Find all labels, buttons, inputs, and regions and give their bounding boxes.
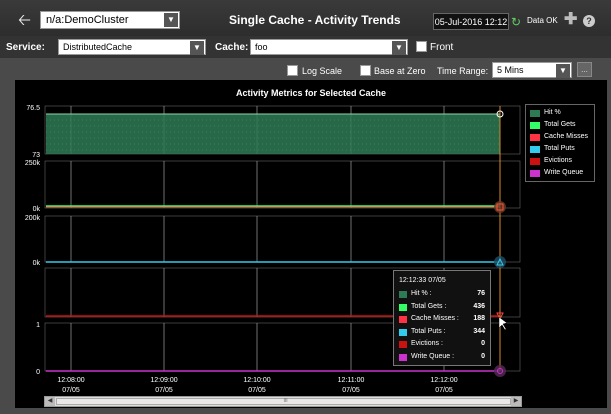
x-tick-date: 07/05 xyxy=(342,387,360,394)
horizontal-scrollbar[interactable]: ◀ III ▶ xyxy=(44,396,522,407)
legend-label: Write Queue xyxy=(544,169,584,176)
chart-tooltip: 12:12:33 07/05 Hit % : 76 Total Gets : 436 C… xyxy=(393,270,491,366)
legend-label: Total Puts xyxy=(544,145,575,152)
legend-swatch xyxy=(530,122,540,129)
legend-swatch xyxy=(530,158,540,165)
tooltip-series-value: 0 xyxy=(481,340,485,347)
tooltip-swatch xyxy=(399,316,407,323)
scroll-right-icon[interactable]: ▶ xyxy=(511,397,521,406)
chart-panel-3 xyxy=(44,215,521,263)
legend-swatch xyxy=(530,134,540,141)
tooltip-swatch xyxy=(399,353,407,361)
tooltip-series-value: 0 xyxy=(481,352,485,360)
x-tick-time: 12:08:00 xyxy=(57,377,84,384)
x-tick-time: 12:10:00 xyxy=(243,377,270,384)
tooltip-series-name: Cache Misses : xyxy=(411,315,459,322)
y-tick-label: 1 xyxy=(36,322,40,329)
y-tick-label: 0k xyxy=(33,206,41,213)
legend-swatch xyxy=(530,110,540,117)
tooltip-swatch xyxy=(399,328,407,336)
x-tick-time: 12:12:00 xyxy=(430,377,457,384)
tooltip-series-name: Total Gets : xyxy=(411,302,447,310)
scroll-thumb[interactable]: III xyxy=(56,398,511,405)
tooltip-series-name: Hit % : xyxy=(411,290,432,297)
x-tick-time: 12:11:00 xyxy=(338,377,365,384)
tooltip-row: Hit % : 76 xyxy=(399,290,487,300)
tooltip-row: Cache Misses : 188 xyxy=(399,315,487,325)
tooltip-series-name: Evictions : xyxy=(411,340,443,347)
tooltip-series-value: 436 xyxy=(473,302,485,310)
app-window: 🡠 n/a:DemoCluster ▼ Single Cache - Activ… xyxy=(0,0,611,414)
chart-legend: Hit % Total Gets Cache Misses Total Puts Evi… xyxy=(525,104,595,182)
tooltip-time: 12:12:33 07/05 xyxy=(399,277,446,284)
x-tick-time: 12:09:00 xyxy=(150,377,177,384)
y-tick-label: 73 xyxy=(32,152,40,159)
tooltip-row: Write Queue : 0 xyxy=(399,353,487,363)
legend-label: Cache Misses xyxy=(544,133,588,140)
tooltip-row: Evictions : 0 xyxy=(399,340,487,350)
legend-label: Evictions xyxy=(544,157,573,164)
y-tick-label: 0k xyxy=(33,260,41,267)
cursor-marker xyxy=(494,256,506,268)
tooltip-row: Total Puts : 344 xyxy=(399,328,487,338)
tooltip-swatch xyxy=(399,291,407,298)
cursor-marker xyxy=(494,365,506,377)
tooltip-series-value: 344 xyxy=(473,327,485,335)
tooltip-series-name: Total Puts : xyxy=(411,327,446,335)
tooltip-series-name: Write Queue : xyxy=(411,352,455,360)
tooltip-series-value: 188 xyxy=(473,315,485,322)
y-tick-label: 76.5 xyxy=(26,105,40,112)
scroll-left-icon[interactable]: ◀ xyxy=(45,397,55,406)
y-tick-label: 200k xyxy=(25,215,41,222)
legend-swatch xyxy=(530,146,540,153)
x-tick-date: 07/05 xyxy=(435,387,453,394)
tooltip-row: Total Gets : 436 xyxy=(399,303,487,313)
tooltip-swatch xyxy=(399,341,407,348)
legend-label: Total Gets xyxy=(544,121,576,128)
tooltip-series-value: 76 xyxy=(477,290,485,297)
tooltip-swatch xyxy=(399,303,407,311)
chart-panel-2 xyxy=(44,160,521,209)
cursor-marker xyxy=(494,201,506,213)
y-tick-label: 0 xyxy=(36,369,40,376)
x-tick-date: 07/05 xyxy=(248,387,266,394)
y-tick-label: 250k xyxy=(25,160,41,167)
x-tick-date: 07/05 xyxy=(155,387,173,394)
activity-chart[interactable]: 76.5 73250k 0k 200k 0k 1 0 12:08:00 07/05 12:09:0… xyxy=(0,0,611,414)
legend-label: Hit % xyxy=(544,109,561,116)
legend-swatch xyxy=(530,170,540,177)
scroll-grip: III xyxy=(283,398,288,404)
x-tick-date: 07/05 xyxy=(62,387,80,394)
